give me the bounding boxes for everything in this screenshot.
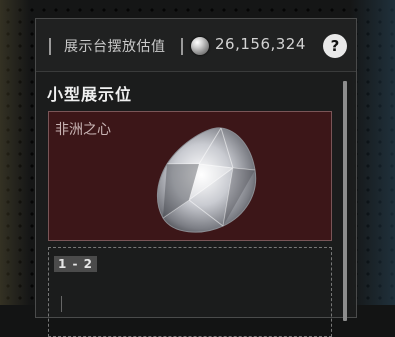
display-valuation-panel: 展示台摆放估值 26,156,324 ? 小型展示位 非洲之心 1 - 2 <box>35 18 357 337</box>
panel-header: 展示台摆放估值 26,156,324 ? <box>36 19 356 72</box>
slot-number-badge: 1 - 2 <box>54 256 98 272</box>
slot-item-name: 非洲之心 <box>55 122 111 138</box>
display-slot-1[interactable]: 非洲之心 <box>48 111 332 241</box>
display-slot-2[interactable]: 1 - 2 <box>48 247 332 337</box>
valuation-title: 展示台摆放估值 <box>64 39 166 55</box>
scrollbar[interactable] <box>343 81 347 321</box>
diamond-icon <box>157 127 257 233</box>
header-divider <box>181 38 183 55</box>
valuation-value: 26,156,324 <box>215 35 306 53</box>
header-divider <box>49 38 51 55</box>
silver-coin-icon <box>191 37 209 55</box>
section-title: 小型展示位 <box>47 85 133 104</box>
background-left-glow <box>0 0 30 305</box>
help-button[interactable]: ? <box>323 34 347 58</box>
slot-divider <box>61 296 62 312</box>
